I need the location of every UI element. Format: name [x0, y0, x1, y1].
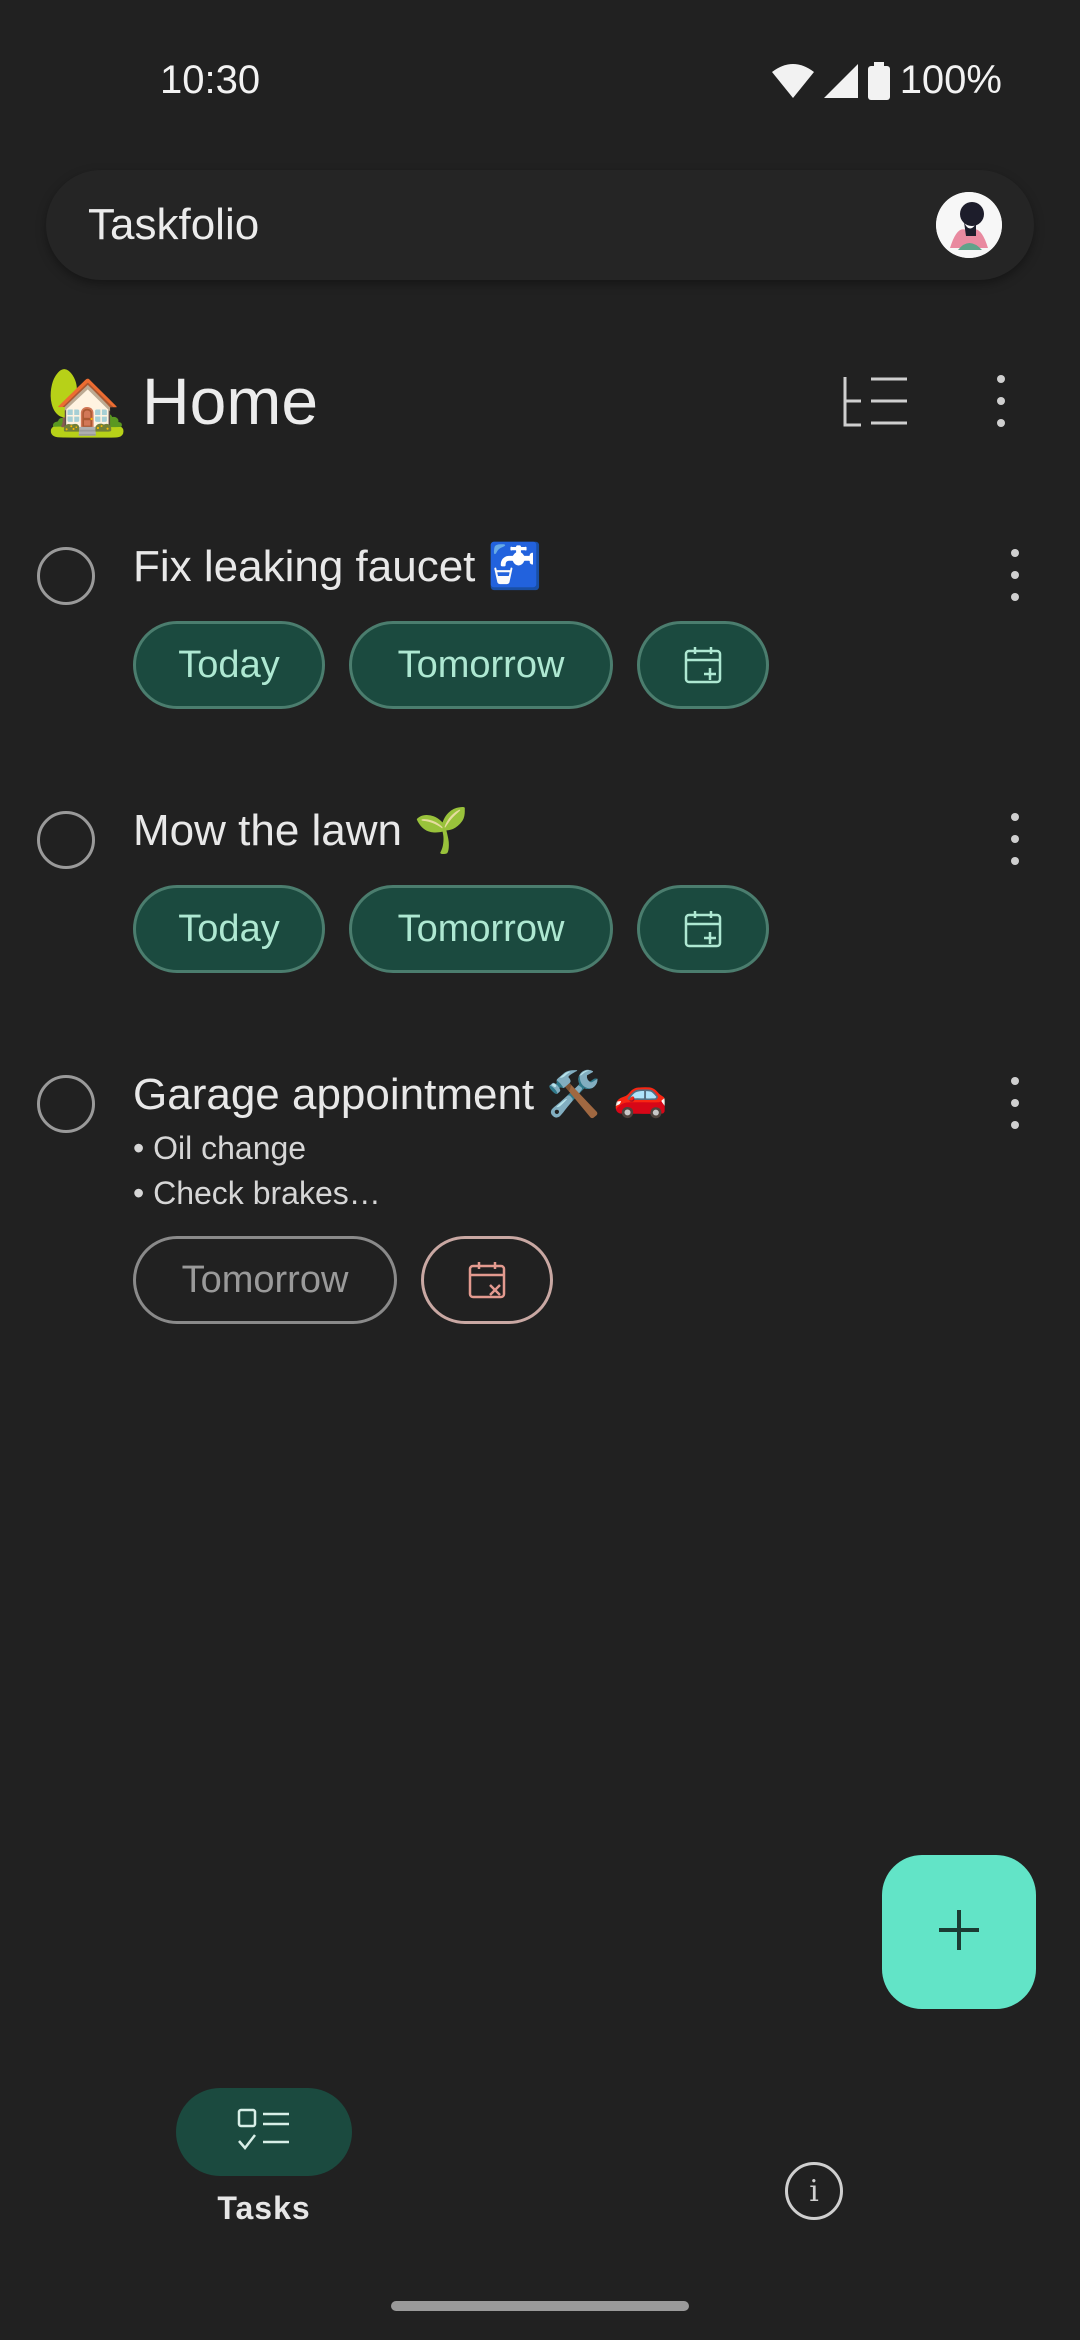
- task-title[interactable]: Fix leaking faucet 🚰: [133, 540, 542, 592]
- battery-icon: [867, 61, 890, 100]
- task-title[interactable]: Garage appointment 🛠️ 🚗: [133, 1068, 668, 1120]
- calendar-remove-icon[interactable]: [421, 1236, 553, 1324]
- task-checkbox[interactable]: [37, 547, 95, 605]
- today-chip[interactable]: Today: [133, 621, 325, 709]
- status-bar: 10:30 100%: [0, 0, 1080, 165]
- task-note-line: • Check brakes…: [133, 1175, 381, 1211]
- task-checkbox[interactable]: [37, 1075, 95, 1133]
- task-title[interactable]: Mow the lawn 🌱: [133, 804, 469, 856]
- list-emoji: 🏡: [46, 364, 129, 438]
- task-checkbox[interactable]: [37, 811, 95, 869]
- tasks-icon: [237, 2108, 291, 2157]
- add-task-button[interactable]: [882, 1855, 1036, 2009]
- tomorrow-chip[interactable]: Tomorrow: [349, 621, 613, 709]
- today-chip[interactable]: Today: [133, 885, 325, 973]
- calendar-add-icon[interactable]: [637, 621, 769, 709]
- avatar[interactable]: [936, 192, 1002, 258]
- tomorrow-chip[interactable]: Tomorrow: [349, 885, 613, 973]
- nav-tasks-label[interactable]: Tasks: [176, 2190, 352, 2227]
- info-icon[interactable]: i: [785, 2162, 843, 2220]
- bottom-navigation: Tasks i: [0, 2060, 1080, 2340]
- status-icons: 100%: [771, 58, 1002, 103]
- more-vert-icon[interactable]: [1000, 1075, 1030, 1135]
- app-bar: Taskfolio: [46, 170, 1034, 280]
- task-notes[interactable]: • Oil change • Check brakes…: [133, 1126, 381, 1216]
- wifi-icon: [771, 63, 814, 98]
- tomorrow-chip[interactable]: Tomorrow: [133, 1236, 397, 1324]
- list-header: 🏡 Home: [46, 355, 1034, 445]
- battery-level: 100%: [899, 58, 1002, 102]
- more-vert-icon[interactable]: [1000, 811, 1030, 871]
- more-vert-icon[interactable]: [986, 373, 1016, 429]
- nav-tasks-button[interactable]: [176, 2088, 352, 2176]
- home-indicator[interactable]: [391, 2301, 689, 2311]
- task-date-chips: Tomorrow: [133, 1236, 553, 1324]
- status-time: 10:30: [160, 58, 261, 102]
- calendar-add-icon[interactable]: [637, 885, 769, 973]
- plus-icon: [937, 1908, 981, 1957]
- info-glyph: i: [809, 2173, 819, 2209]
- task-date-chips: Today Tomorrow: [133, 621, 769, 709]
- signal-icon: [823, 63, 858, 98]
- more-vert-icon[interactable]: [1000, 547, 1030, 607]
- task-note-line: • Oil change: [133, 1130, 307, 1166]
- task-date-chips: Today Tomorrow: [133, 885, 769, 973]
- sort-icon[interactable]: [841, 373, 911, 429]
- list-title: Home: [142, 364, 319, 438]
- app-title: Taskfolio: [88, 200, 260, 249]
